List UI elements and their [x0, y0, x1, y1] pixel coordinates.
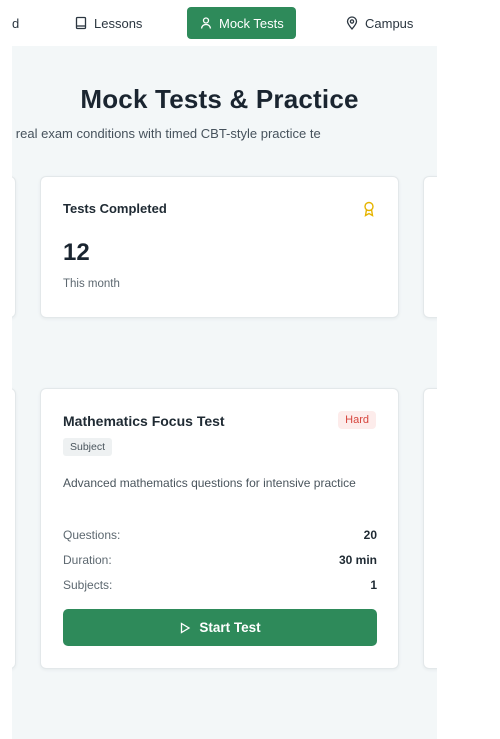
start-test-button[interactable]: Start Test — [63, 609, 377, 646]
meta-row-subjects: Subjects: 1 — [63, 577, 377, 593]
meta-label: Subjects: — [63, 578, 113, 592]
stat-title: Tests Completed — [63, 201, 167, 216]
test-description: Advanced mathematics questions for inten… — [63, 476, 356, 490]
nav-item-lessons[interactable]: Lessons — [74, 7, 142, 39]
start-test-label: Start Test — [199, 620, 261, 635]
test-card-left-partial — [12, 388, 16, 669]
nav-item-label: d — [12, 15, 20, 31]
nav-item-label: Campus — [365, 15, 414, 31]
stat-card-tests-completed: Tests Completed 12 This month — [40, 176, 399, 318]
stat-caption: This month — [63, 278, 120, 290]
stat-card-right-partial — [423, 176, 437, 318]
meta-label: Questions: — [63, 528, 121, 542]
user-icon — [199, 16, 213, 30]
test-type-badge: Subject — [63, 438, 113, 456]
stat-card-left-partial — [12, 176, 16, 318]
nav-item-mock-tests[interactable]: Mock Tests — [187, 7, 296, 39]
meta-label: Duration: — [63, 553, 112, 567]
nav-item-label: Lessons — [94, 15, 143, 31]
meta-row-questions: Questions: 20 — [63, 527, 377, 543]
play-icon — [179, 621, 191, 634]
page-subtitle: ulate real exam conditions with timed CB… — [12, 126, 321, 141]
meta-value: 1 — [370, 578, 377, 592]
app-viewport: d Lessons Mock Tests Campus Mock Tests &… — [12, 0, 437, 739]
difficulty-badge: Hard — [338, 411, 376, 429]
top-nav: d Lessons Mock Tests Campus — [12, 0, 437, 46]
award-icon — [362, 201, 376, 217]
test-title: Mathematics Focus Test — [63, 413, 225, 429]
meta-value: 30 min — [338, 553, 377, 567]
map-pin-icon — [345, 16, 359, 30]
test-card-right-partial — [423, 388, 437, 669]
nav-item-label: Mock Tests — [219, 15, 284, 31]
book-icon — [74, 16, 88, 30]
meta-value: 20 — [363, 528, 377, 542]
meta-row-duration: Duration: 30 min — [63, 552, 377, 568]
nav-item-dashboard[interactable]: d — [12, 7, 19, 39]
page-title: Mock Tests & Practice — [80, 84, 359, 114]
nav-item-campus[interactable]: Campus — [345, 7, 413, 39]
test-card-mathematics: Mathematics Focus Test Hard Subject Adva… — [40, 388, 399, 669]
stat-value: 12 — [63, 239, 90, 266]
